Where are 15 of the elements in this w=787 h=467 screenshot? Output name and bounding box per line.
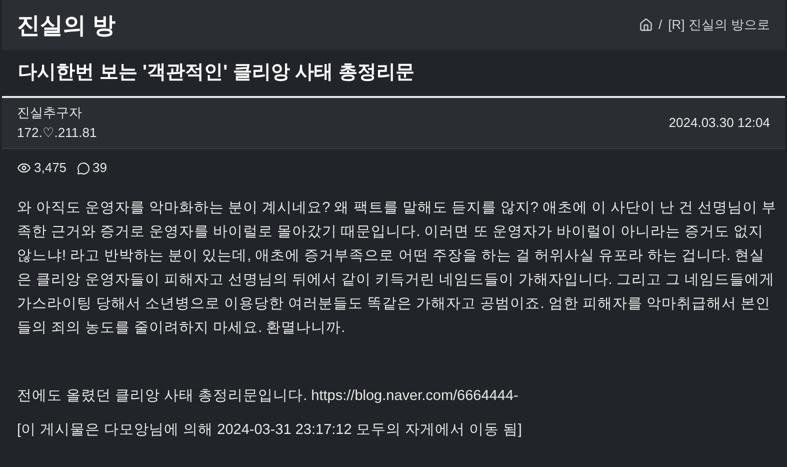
author-ip: 172.♡.211.81	[17, 124, 97, 142]
move-notice: [이 게시물은 다모앙님에 의해 2024-03-31 23:17:12 모두의 자게에서 이동 됨]	[17, 421, 523, 440]
eye-icon	[17, 161, 31, 175]
board-title: 진실의 방	[17, 10, 116, 40]
post-body-paragraph: 전에도 올렸던 클리앙 사태 총정리문입니다. https://blog.naver.com/6664444-	[17, 387, 520, 406]
post-body-paragraph: 와 아직도 운영자를 악마화하는 분이 계시네요? 왜 팩트를 말해도 듣지를 않지? 애초에 이 사단이 난 건 선명님이 부족한 근거와 증거로 운영자를 바이럴로 몰아갔기 때문입니다. 이러면 또 운영자가 바이럴이 아니라는 증거도 없지 않느냐! 라고 반박하는 분이 있는데, 애초에 증거부족으로 어떤 주장을 하는 걸 허위사실 유포라 하는 겁니다. 현실은 클리앙 운영자들이 피해자고 선명님의 뒤에서 같이 키득거린 네임드들이 가해자입니다. 그리고 그 네임드들에게 가스라이팅 당해서 소년병으로 이용당한 여러분들도 똑같은 가해자고 공범이죠. 엄한 피해자를 악마취급해서 본인들의 죄의 농도를 줄이려하지 마세요. 환멸나니까.	[17, 199, 777, 338]
comment-count: 39	[92, 159, 108, 178]
comment-icon	[76, 162, 90, 174]
breadcrumb-link[interactable]: [R] 진실의 방으로	[668, 15, 770, 35]
author-name: 진실추구자	[17, 104, 83, 122]
home-icon[interactable]	[638, 18, 653, 32]
post-date: 2024.03.30 12:04	[668, 114, 770, 132]
breadcrumb-separator: /	[658, 16, 662, 34]
post-title: 다시한번 보는 '객관적인' 클리앙 사태 총정리문	[18, 60, 414, 85]
view-count: 3,475	[34, 159, 67, 178]
